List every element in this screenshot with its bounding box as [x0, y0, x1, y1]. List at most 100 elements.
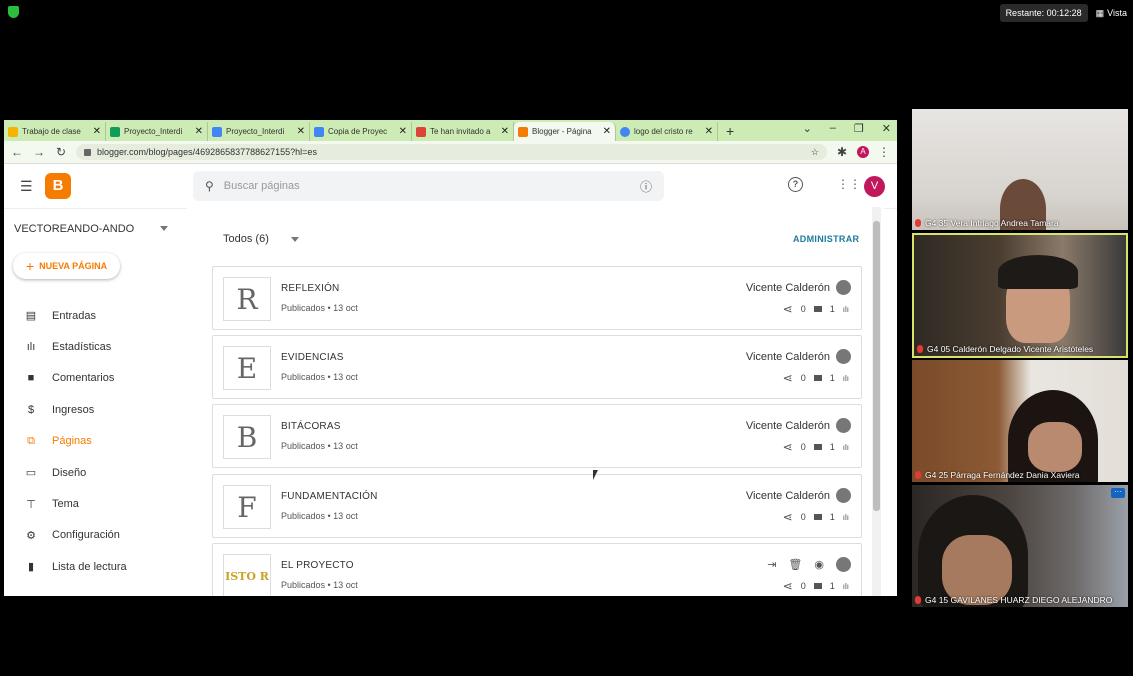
sidebar-item-paginas[interactable]: ⧉ Páginas	[4, 426, 187, 457]
page-stats: ⋖ 0 1 ılı	[783, 371, 849, 385]
browser-tab[interactable]: Trabajo de clase ✕	[4, 122, 106, 141]
share-icon[interactable]: ⋖	[783, 302, 793, 316]
mic-muted-icon	[915, 219, 921, 227]
browser-tab[interactable]: Proyecto_Interdi ✕	[208, 122, 310, 141]
delete-icon[interactable]: 🗑	[788, 558, 802, 571]
sidebar-item-configuracion[interactable]: ⚙ Configuración	[4, 520, 187, 551]
browser-tab[interactable]: Proyecto_Interdi ✕	[106, 122, 208, 141]
page-actions: ⇥ 🗑 ◉	[767, 557, 851, 572]
profile-avatar[interactable]: A	[857, 146, 869, 158]
browser-tab[interactable]: logo del cristo re ✕	[616, 122, 718, 141]
participant-video[interactable]: G4 25 Párraga Fernández Dania Xaviera	[912, 360, 1128, 482]
scrollbar-thumb[interactable]	[873, 221, 880, 511]
close-tab-icon[interactable]: ✕	[399, 126, 407, 137]
tab-favicon-icon	[110, 126, 120, 137]
sidebar-item-tema[interactable]: ⊤ Tema	[4, 488, 187, 519]
sidebar-item-label: Estadísticas	[52, 341, 112, 354]
browser-tab[interactable]: Te han invitado a ✕	[412, 122, 514, 141]
new-page-label: NUEVA PÁGINA	[39, 261, 108, 271]
bookmark-star-icon[interactable]: ☆	[811, 147, 819, 158]
browser-tab-active[interactable]: Blogger - Página ✕	[514, 122, 616, 141]
search-input[interactable]: Buscar páginas	[224, 180, 300, 192]
scrollbar[interactable]	[872, 207, 881, 596]
tab-bar: Trabajo de clase ✕ Proyecto_Interdi ✕ Proy…	[4, 120, 897, 141]
tab-search-icon[interactable]: ⌄	[803, 122, 812, 135]
status-filter-dropdown[interactable]: Todos (6)	[223, 233, 299, 245]
page-card[interactable]: R REFLEXIÓN Publicados • 13 oct Vicente …	[212, 266, 862, 330]
blog-dropdown-icon[interactable]	[160, 226, 168, 231]
page-thumbnail: F	[223, 485, 271, 529]
new-tab-button[interactable]: +	[718, 122, 742, 141]
sidebar-item-comentarios[interactable]: ■ Comentarios	[4, 363, 187, 394]
share-icon[interactable]: ⋖	[783, 440, 793, 454]
view-icon[interactable]: ◉	[814, 558, 824, 571]
page-thumbnail: E	[223, 346, 271, 390]
page-card[interactable]: E EVIDENCIAS Publicados • 13 oct Vicente…	[212, 335, 862, 399]
move-to-draft-icon[interactable]: ⇥	[767, 558, 776, 571]
sidebar-item-diseno[interactable]: ▭ Diseño	[4, 457, 187, 488]
search-bar[interactable]: ⚲ Buscar páginas ⓘ	[193, 171, 664, 201]
page-card[interactable]: B BITÁCORAS Publicados • 13 oct Vicente …	[212, 404, 862, 468]
close-tab-icon[interactable]: ✕	[705, 126, 713, 137]
sidebar-item-entradas[interactable]: ▤ Entradas	[4, 300, 187, 331]
close-tab-icon[interactable]: ✕	[297, 126, 305, 137]
new-page-button[interactable]: + NUEVA PÁGINA	[13, 253, 120, 279]
browser-menu-icon[interactable]: ⋮	[877, 145, 891, 159]
share-icon[interactable]: ⋖	[783, 371, 793, 385]
sidebar-item-ingresos[interactable]: $ Ingresos	[4, 394, 187, 425]
tab-favicon-icon	[416, 126, 426, 137]
page-stats: ⋖ 0 1 ılı	[783, 302, 849, 316]
page-thumbnail-image: ISTO R	[223, 554, 271, 596]
page-stats: ⋖ 0 1 ılı	[783, 440, 849, 454]
sidebar-item-estadisticas[interactable]: ılı Estadísticas	[4, 331, 187, 362]
share-icon[interactable]: ⋖	[783, 510, 793, 524]
browser-tab[interactable]: Copia de Proyec ✕	[310, 122, 412, 141]
page-title[interactable]: BITÁCORAS	[281, 421, 341, 432]
extensions-icon[interactable]: ✱	[835, 145, 849, 159]
view-count: 1	[829, 373, 835, 383]
help-icon[interactable]: ?	[788, 177, 803, 192]
page-title[interactable]: EVIDENCIAS	[281, 352, 344, 363]
restore-icon[interactable]: ❐	[854, 122, 864, 135]
author-avatar	[836, 280, 851, 295]
grid-icon: ▦	[1095, 7, 1105, 18]
page-title[interactable]: FUNDAMENTACIÓN	[281, 491, 378, 502]
page-thumbnail: R	[223, 277, 271, 321]
tab-favicon-icon	[314, 126, 324, 137]
close-tab-icon[interactable]: ✕	[603, 126, 611, 137]
back-icon[interactable]: ←	[10, 145, 24, 159]
minimize-icon[interactable]: –	[830, 122, 836, 135]
url-field[interactable]: blogger.com/blog/pages/46928658377886271…	[76, 144, 827, 160]
blog-selector[interactable]: VECTOREANDO-ANDO	[14, 223, 134, 235]
close-tab-icon[interactable]: ✕	[195, 126, 203, 137]
page-card[interactable]: ISTO R EL PROYECTO Publicados • 13 oct ⇥…	[212, 543, 862, 596]
participant-video[interactable]: G4 35 Vera Intriago Andrea Tamara	[912, 109, 1128, 230]
gear-icon: ⚙	[26, 529, 36, 542]
participant-video[interactable]: ··· G4 15 GAVILANES HUARZ DIEGO ALEJANDR…	[912, 485, 1128, 607]
page-title[interactable]: EL PROYECTO	[281, 560, 354, 571]
tab-label: Proyecto_Interdi	[226, 127, 285, 136]
blogger-logo[interactable]: B	[45, 173, 71, 199]
mic-muted-icon	[915, 596, 921, 604]
url-text: blogger.com/blog/pages/46928658377886271…	[97, 147, 317, 157]
share-icon[interactable]: ⋖	[783, 579, 793, 593]
info-icon[interactable]: ⓘ	[640, 178, 652, 195]
page-title[interactable]: REFLEXIÓN	[281, 283, 339, 294]
views-icon: ılı	[842, 304, 849, 314]
close-tab-icon[interactable]: ✕	[501, 126, 509, 137]
page-card[interactable]: F FUNDAMENTACIÓN Publicados • 13 oct Vic…	[212, 474, 862, 538]
reload-icon[interactable]: ↻	[54, 145, 68, 159]
sidebar-item-lista-lectura[interactable]: ▮ Lista de lectura	[4, 551, 187, 582]
mic-muted-icon	[917, 345, 923, 353]
more-options-icon[interactable]: ···	[1111, 488, 1125, 498]
manage-button[interactable]: ADMINISTRAR	[793, 234, 859, 244]
user-avatar[interactable]: V	[864, 176, 885, 197]
tab-label: Copia de Proyec	[328, 127, 388, 136]
participant-name: G4 35 Vera Intriago Andrea Tamara	[915, 218, 1059, 228]
forward-icon[interactable]: →	[32, 145, 46, 159]
view-button[interactable]: ▦ Vista	[1096, 8, 1127, 19]
close-tab-icon[interactable]: ✕	[93, 126, 101, 137]
participant-video-active-speaker[interactable]: G4 05 Calderón Delgado Vicente Aristótel…	[912, 233, 1128, 358]
menu-icon[interactable]: ☰	[20, 178, 33, 195]
close-window-icon[interactable]: ✕	[882, 122, 891, 135]
